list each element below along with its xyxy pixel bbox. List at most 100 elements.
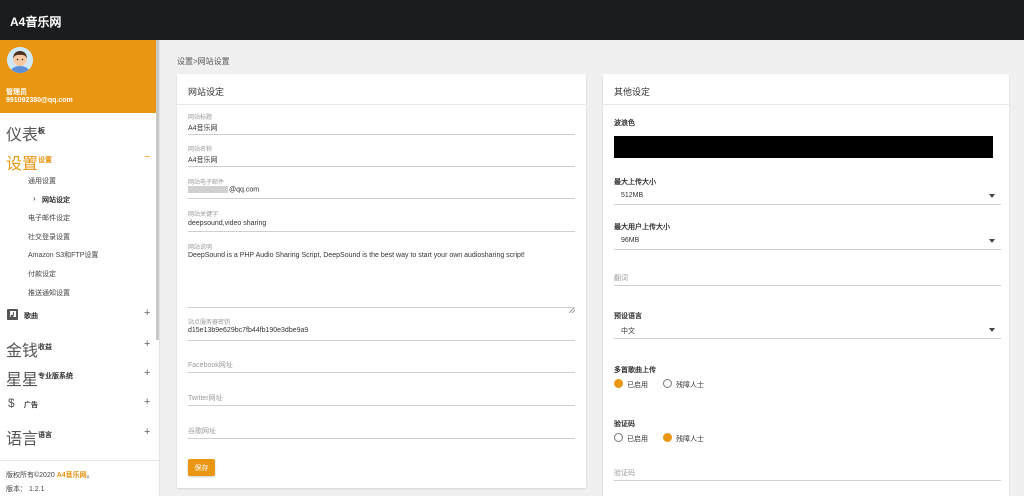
default-language-label: 预设语言 [614,313,642,320]
wave-color-picker[interactable] [614,136,993,158]
sidebar-subitem-s3[interactable]: Amazon S3和FTP设置 [28,250,98,260]
website-settings-card: 网站设定 网站标题 A4音乐网 网站名称 A4音乐网 网站电子邮件 @qq.co… [177,74,586,488]
card-title: 网站设定 [188,87,225,97]
server-key-input[interactable]: d15e13b9e629bc7fb44fb190e3dbe9a9 [188,327,308,334]
card-title: 其他设定 [614,87,651,97]
dashboard-icon: 仪表 [6,127,39,144]
save-button[interactable]: 保存 [188,459,215,476]
facebook-input[interactable]: Facebook网址 [188,360,233,370]
footer-brand-link[interactable]: A4音乐网 [57,472,87,479]
sidebar-item-earnings[interactable]: 金钱 收益 + [0,334,159,360]
avatar[interactable] [7,47,33,73]
site-email-label: 网站电子邮件 [188,180,225,186]
sidebar-item-label: 收益 [38,344,52,351]
select-value: 96MB [621,237,640,244]
chevron-down-icon [989,239,995,243]
expand-icon[interactable]: + [144,426,150,438]
profile-header: 管理员 991092380@qq.com [0,40,159,113]
blurred-text [188,186,228,193]
user-name: 管理员 [6,89,27,96]
settings-icon: 设置 [6,156,39,173]
sidebar-subitem-website[interactable]: 网站设定 [42,195,70,205]
sidebar-item-label: 广告 [24,402,38,409]
dollar-icon: $ [8,396,15,410]
field-underline [188,166,575,167]
youtube-input[interactable]: 谷歌网址 [188,426,216,436]
chevron-down-icon [989,194,995,198]
site-title-input[interactable]: A4音乐网 [188,123,218,133]
sidebar-item-dashboard[interactable]: 仪表 板 [0,118,159,144]
other-settings-card: 其他设定 波浪色 最大上传大小 512MB 最大用户上传大小 96MB 翻词 预… [603,74,1009,496]
sidebar-item-label: 板 [38,128,45,135]
field-underline [188,372,575,373]
sidebar-item-label: 语言 [38,432,52,439]
radio-dot [663,379,672,388]
sidebar-subitem-social[interactable]: 社交登录设置 [28,232,70,242]
chevron-right-icon: › [33,194,36,203]
sidebar-subitem-general[interactable]: 通用设置 [28,176,56,186]
expand-icon[interactable]: + [144,338,150,350]
field-underline [614,480,1001,481]
field-underline [188,307,575,308]
server-key-label: 站点服务器密钥 [188,320,231,326]
field-underline [188,405,575,406]
avatar-icon [7,47,33,73]
captcha-key-input[interactable]: 验证码 [614,468,635,478]
sidebar: 管理员 991092380@qq.com 仪表 板 设置 设置 − 通用设置 ›… [0,40,160,496]
lyrics-input[interactable]: 翻词 [614,273,628,283]
sidebar-item-songs[interactable]: 歌曲 + [0,303,159,327]
field-underline [188,340,575,341]
app-brand[interactable]: A4音乐网 [10,13,61,30]
music-library-icon [7,309,18,320]
site-email-input[interactable]: @qq.com [188,186,259,193]
multi-upload-label: 多首歌曲上传 [614,367,656,374]
language-icon: 语言 [6,431,39,448]
sidebar-item-label: 歌曲 [24,313,38,320]
version-text: 版本： 1.2.1 [6,486,45,493]
field-underline [188,134,575,135]
sidebar-footer: 版权所有©2020 A4音乐网。 版本： 1.2.1 [0,460,159,496]
max-upload-label: 最大上传大小 [614,179,656,186]
expand-icon[interactable]: + [144,396,150,408]
radio-dot [614,379,623,388]
expand-icon[interactable]: + [144,367,150,379]
max-upload-select[interactable]: 512MB [614,189,1001,205]
site-title-label: 网站标题 [188,115,213,121]
max-user-upload-select[interactable]: 96MB [614,234,1001,250]
sidebar-subitem-email[interactable]: 电子邮件设定 [28,213,70,223]
expand-icon[interactable]: + [144,307,150,319]
description-textarea[interactable]: DeepSound is a PHP Audio Sharing Script,… [188,252,578,259]
star-icon: 星星 [6,372,39,389]
copyright-text: 版权所有©2020 A4音乐网。 [6,472,94,479]
resize-handle-icon[interactable] [568,300,576,314]
sidebar-item-pro[interactable]: 星星 专业版系统 + [0,363,159,389]
field-underline [614,285,1001,286]
radio-dot [614,433,623,442]
wave-color-label: 波浪色 [614,120,635,127]
site-name-input[interactable]: A4音乐网 [188,155,218,165]
default-language-select[interactable]: 中文 [614,323,1001,339]
select-value: 512MB [621,192,644,199]
field-underline [188,231,575,232]
sidebar-item-label: 专业版系统 [38,373,73,380]
sidebar-subitem-push[interactable]: 推送通知设置 [28,288,70,298]
collapse-icon[interactable]: − [144,151,150,163]
sidebar-scrollbar[interactable] [156,40,159,340]
twitter-input[interactable]: Twitter网址 [188,393,223,403]
description-label: 网站说明 [188,245,213,251]
field-underline [188,198,575,199]
field-underline [188,438,575,439]
captcha-label: 验证码 [614,421,635,428]
chevron-down-icon [989,328,995,332]
money-icon: 金钱 [6,343,39,360]
sidebar-item-settings[interactable]: 设置 设置 − [0,147,159,173]
sidebar-item-ads[interactable]: $ 广告 + [0,392,159,416]
sidebar-subitem-payment[interactable]: 付款设定 [28,269,56,279]
divider [603,104,1009,105]
breadcrumb: 设置>网站设置 [177,57,230,66]
sidebar-item-languages[interactable]: 语言 语言 + [0,422,159,448]
sidebar-item-label: 设置 [38,157,52,164]
max-user-upload-label: 最大用户上传大小 [614,224,670,231]
keywords-input[interactable]: deepsound,video sharing [188,220,266,227]
select-value: 中文 [621,328,635,335]
